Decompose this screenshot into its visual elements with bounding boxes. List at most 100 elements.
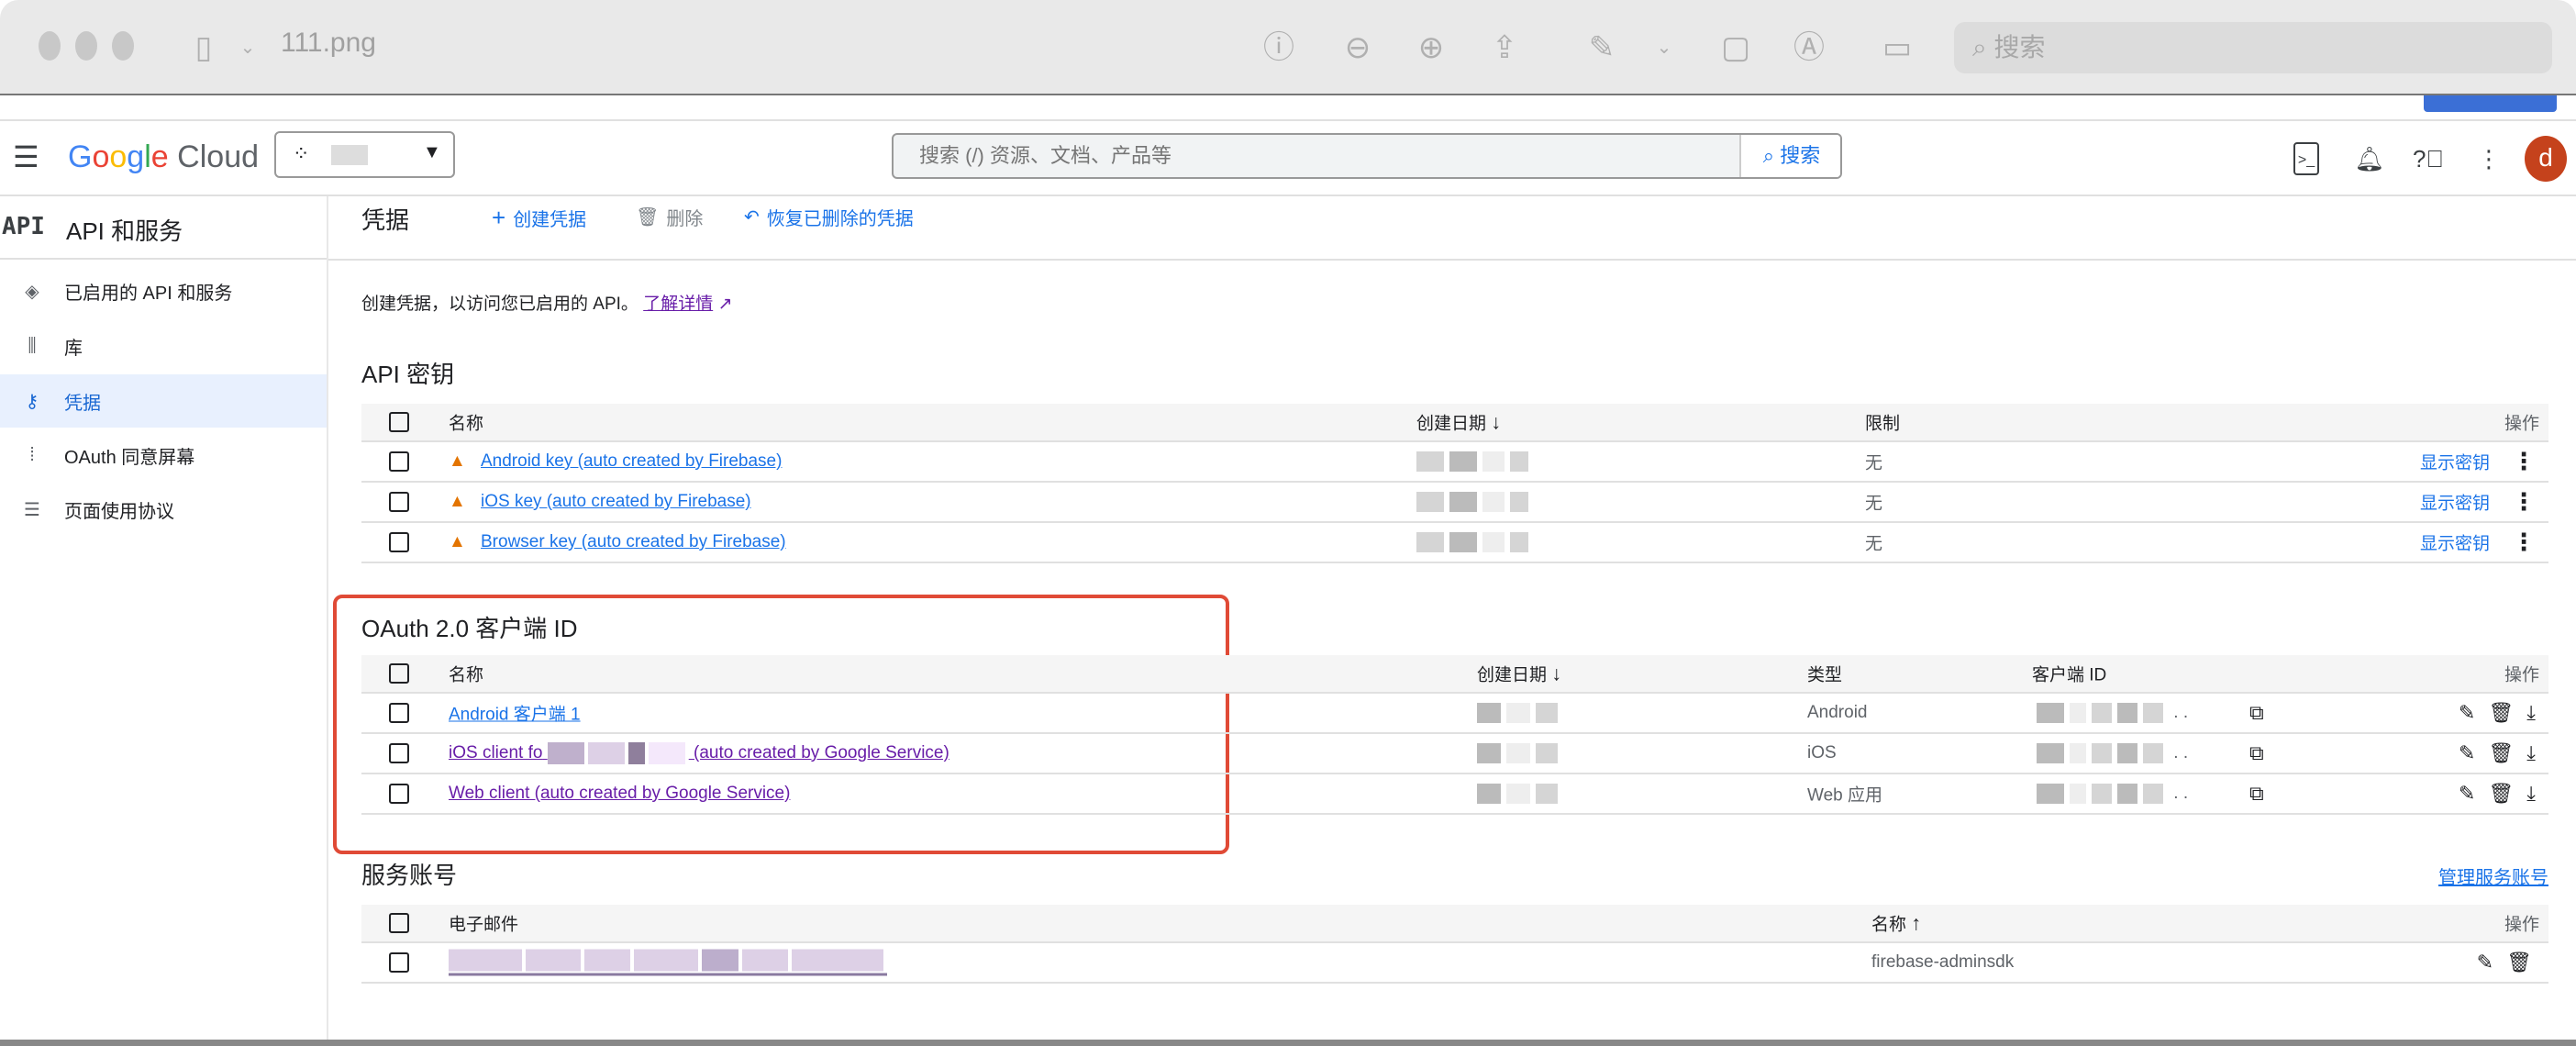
delete-button[interactable]: 🗑︎ 删除 bbox=[636, 204, 703, 230]
copy-icon[interactable]: ⧉ bbox=[2249, 741, 2264, 765]
redacted-project-name bbox=[331, 145, 368, 165]
zoom-in-icon[interactable]: ⊕ bbox=[1411, 28, 1451, 68]
hamburger-menu-icon[interactable]: ☰ bbox=[13, 139, 39, 174]
more-vert-icon[interactable]: ⋮ bbox=[2472, 142, 2505, 175]
edit-pencil-icon[interactable]: ✎ bbox=[2459, 701, 2475, 724]
sort-down-arrow-icon: ↓ bbox=[1551, 662, 1562, 685]
redacted-client-id: . . bbox=[2037, 742, 2188, 763]
restore-deleted-button[interactable]: ↶ 恢复已删除的凭据 bbox=[744, 204, 914, 230]
more-vert-icon[interactable]: ⋮ bbox=[2512, 448, 2536, 476]
table-row: iOS client fo (auto created by Google Se… bbox=[361, 734, 2548, 774]
cloud-shell-icon[interactable]: >_ bbox=[2293, 142, 2319, 175]
info-icon[interactable]: ⓘ bbox=[1259, 28, 1299, 68]
column-type: 类型 bbox=[1807, 665, 1843, 685]
create-credentials-button[interactable]: + 创建凭据 bbox=[492, 204, 586, 232]
delete-trash-icon[interactable]: 🗑︎ bbox=[2488, 701, 2514, 724]
restriction-value: 无 bbox=[1865, 494, 1883, 514]
close-window-button[interactable] bbox=[39, 31, 61, 61]
delete-trash-icon[interactable]: 🗑︎ bbox=[2488, 741, 2514, 764]
search-input[interactable] bbox=[894, 135, 1739, 177]
annotate-icon[interactable]: Ⓐ bbox=[1789, 28, 1829, 68]
download-icon[interactable]: ⤓ bbox=[2526, 741, 2536, 764]
create-label: 创建凭据 bbox=[513, 210, 587, 230]
edit-pencil-icon[interactable]: ✎ bbox=[2459, 741, 2475, 764]
redacted-date bbox=[1416, 451, 1534, 472]
oauth-client-name-link[interactable]: Android 客户端 1 bbox=[449, 701, 581, 726]
rotate-icon[interactable]: ▢ bbox=[1715, 28, 1756, 68]
help-icon[interactable]: ?⃝ bbox=[2412, 142, 2445, 175]
select-all-checkbox[interactable] bbox=[389, 663, 409, 684]
search-button-label: 搜索 bbox=[1780, 144, 1821, 167]
redacted-date bbox=[1416, 531, 1534, 552]
redacted-email-link[interactable] bbox=[449, 949, 887, 976]
select-all-checkbox[interactable] bbox=[389, 412, 409, 432]
project-icon: ⁘ bbox=[293, 142, 310, 165]
row-actions: ✎ 🗑︎ ⤓ bbox=[2446, 741, 2536, 765]
markup-pen-icon[interactable]: ✎ bbox=[1582, 28, 1622, 68]
chevron-down-icon[interactable]: ⌄ bbox=[1644, 28, 1684, 68]
manage-service-accounts-link[interactable]: 管理服务账号 bbox=[2438, 862, 2548, 889]
zoom-out-icon[interactable]: ⊖ bbox=[1338, 28, 1378, 68]
column-date[interactable]: 创建日期 ↓ bbox=[1477, 662, 1561, 686]
notifications-bell-icon[interactable]: 🔔︎ bbox=[2353, 142, 2386, 175]
show-key-button[interactable]: 显示密钥 bbox=[2420, 490, 2490, 515]
partial-button[interactable] bbox=[2424, 95, 2557, 112]
column-date[interactable]: 创建日期 ↓ bbox=[1416, 410, 1501, 435]
row-checkbox[interactable] bbox=[389, 703, 409, 723]
download-icon[interactable]: ⤓ bbox=[2526, 701, 2536, 724]
row-checkbox[interactable] bbox=[389, 532, 409, 552]
api-key-name-link[interactable]: iOS key (auto created by Firebase) bbox=[481, 492, 751, 512]
more-vert-icon[interactable]: ⋮ bbox=[2512, 488, 2536, 517]
api-key-name-link[interactable]: Android key (auto created by Firebase) bbox=[481, 451, 782, 472]
row-actions: ✎ 🗑︎ ⤓ bbox=[2446, 782, 2536, 806]
oauth-heading: OAuth 2.0 客户端 ID bbox=[361, 615, 578, 642]
row-checkbox[interactable] bbox=[389, 451, 409, 472]
row-checkbox[interactable] bbox=[389, 492, 409, 512]
row-checkbox[interactable] bbox=[389, 952, 409, 973]
learn-more-link[interactable]: 了解详情 bbox=[643, 295, 713, 314]
redacted-date bbox=[1477, 742, 1563, 763]
more-vert-icon[interactable]: ⋮ bbox=[2512, 529, 2536, 557]
column-name[interactable]: 名称 ↑ bbox=[1871, 911, 1921, 936]
share-icon[interactable]: ⇪ bbox=[1484, 28, 1525, 68]
delete-trash-icon[interactable]: 🗑︎ bbox=[2506, 951, 2532, 974]
oauth-client-name-link[interactable]: Web client (auto created by Google Servi… bbox=[449, 784, 790, 804]
sidebar-item-enabled-apis[interactable]: ◈ 已启用的 API 和服务 bbox=[0, 264, 327, 317]
avatar[interactable]: d bbox=[2525, 136, 2567, 182]
select-all-checkbox[interactable] bbox=[389, 913, 409, 933]
client-type: iOS bbox=[1807, 743, 1837, 762]
search-button[interactable]: ⌕ 搜索 bbox=[1739, 135, 1840, 177]
row-checkbox[interactable] bbox=[389, 743, 409, 763]
edit-pencil-icon[interactable]: ✎ bbox=[2477, 951, 2493, 974]
key-icon: ⚷ bbox=[25, 391, 39, 412]
row-checkbox[interactable] bbox=[389, 784, 409, 804]
table-row: ▲ Browser key (auto created by Firebase)… bbox=[361, 523, 2548, 563]
project-selector[interactable]: ⁘ ▼ bbox=[274, 131, 455, 178]
oauth-client-name-link[interactable]: iOS client fo (auto created by Google Se… bbox=[449, 742, 949, 764]
zoom-window-button[interactable] bbox=[112, 31, 134, 61]
delete-trash-icon[interactable]: 🗑︎ bbox=[2488, 782, 2514, 805]
column-name[interactable]: 名称 bbox=[449, 662, 483, 686]
column-name[interactable]: 名称 bbox=[449, 410, 483, 435]
api-key-name-link[interactable]: Browser key (auto created by Firebase) bbox=[481, 532, 786, 552]
column-actions: 操作 bbox=[2504, 665, 2539, 685]
google-cloud-logo[interactable]: Google Cloud bbox=[68, 139, 259, 175]
sidebar-toggle-icon[interactable]: ▯ bbox=[183, 28, 224, 68]
column-actions: 操作 bbox=[2504, 915, 2539, 935]
window-search-field[interactable]: ⌕ 搜索 bbox=[1954, 22, 2552, 73]
show-key-button[interactable]: 显示密钥 bbox=[2420, 450, 2490, 474]
warning-icon: ▲ bbox=[449, 532, 466, 551]
client-name-text: Android 客户端 1 bbox=[449, 705, 581, 725]
edit-pencil-icon[interactable]: ✎ bbox=[2459, 782, 2475, 805]
signature-icon[interactable]: ▭ bbox=[1877, 28, 1917, 68]
sidebar-item-oauth-consent[interactable]: ⁞ OAuth 同意屏幕 bbox=[0, 428, 327, 482]
chevron-down-icon[interactable]: ⌄ bbox=[228, 28, 268, 68]
minimize-window-button[interactable] bbox=[75, 31, 97, 61]
show-key-button[interactable]: 显示密钥 bbox=[2420, 530, 2490, 555]
copy-icon[interactable]: ⧉ bbox=[2249, 701, 2264, 725]
sidebar-item-library[interactable]: ⫼ 库 bbox=[0, 319, 327, 373]
copy-icon[interactable]: ⧉ bbox=[2249, 782, 2264, 806]
download-icon[interactable]: ⤓ bbox=[2526, 782, 2536, 805]
sidebar-item-credentials[interactable]: ⚷ 凭据 bbox=[0, 374, 327, 428]
sidebar-item-page-usage[interactable]: ☰ 页面使用协议 bbox=[0, 483, 327, 536]
